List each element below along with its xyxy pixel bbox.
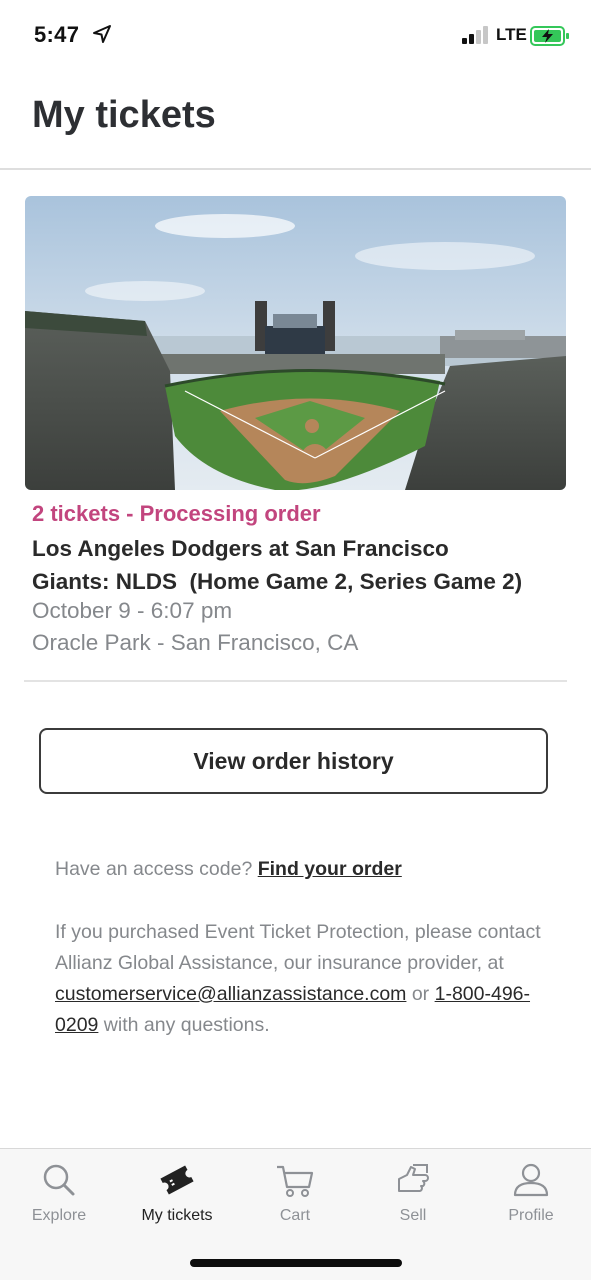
status-bar: 5:47 LTE: [0, 0, 591, 70]
event-title-line: Giants: NLDS (Home Game 2, Series Game 2…: [32, 568, 523, 594]
search-icon: [43, 1164, 75, 1196]
view-order-history-button[interactable]: View order history: [39, 728, 548, 794]
cellular-signal-icon: [462, 26, 488, 44]
header-divider: [0, 168, 591, 170]
event-datetime: October 9 - 6:07 pm: [32, 598, 233, 623]
access-code-text: Have an access code?: [55, 858, 258, 880]
tab-explore[interactable]: Explore: [0, 1149, 118, 1239]
or-text: or: [406, 983, 435, 1005]
access-code-prompt: Have an access code? Find your order: [55, 858, 402, 881]
tab-label: Cart: [279, 1207, 311, 1224]
my-tickets-screen: 5:47 LTE My tickets 2 tickets - Processi…: [0, 0, 591, 1280]
tab-my-tickets[interactable]: My tickets: [118, 1149, 236, 1239]
event-title: Los Angeles Dodgers at San Francisco Gia…: [32, 533, 562, 598]
tab-label: Sell: [399, 1207, 427, 1224]
page-title: My tickets: [32, 94, 216, 136]
ticket-protection-info: If you purchased Event Ticket Protection…: [55, 917, 545, 1041]
tab-label: Profile: [508, 1207, 554, 1224]
tab-cart[interactable]: Cart: [236, 1149, 354, 1239]
ticket-status: 2 tickets - Processing order: [32, 501, 321, 526]
tab-profile[interactable]: Profile: [472, 1149, 590, 1239]
support-email-link[interactable]: customerservice@allianzassistance.com: [55, 983, 406, 1005]
tab-label: My tickets: [141, 1207, 213, 1224]
protection-text-outro: with any questions.: [98, 1014, 270, 1036]
card-divider: [24, 680, 567, 682]
event-venue: Oracle Park - San Francisco, CA: [32, 630, 359, 655]
event-title-line: Los Angeles Dodgers at San Francisco: [32, 536, 449, 561]
tab-sell[interactable]: Sell: [354, 1149, 472, 1239]
network-type: LTE: [496, 25, 527, 44]
status-time: 5:47: [34, 22, 80, 47]
find-order-link[interactable]: Find your order: [258, 858, 402, 880]
location-arrow-icon: [93, 25, 111, 43]
tab-label: Explore: [31, 1207, 87, 1224]
battery-charging-icon: [530, 26, 569, 46]
event-stadium-image: [25, 196, 566, 490]
profile-icon: [513, 1163, 549, 1197]
sell-icon: [398, 1164, 429, 1192]
home-indicator[interactable]: [190, 1259, 402, 1267]
cart-icon: [277, 1165, 314, 1197]
protection-text-intro: If you purchased Event Ticket Protection…: [55, 921, 541, 974]
ticket-card[interactable]: 2 tickets - Processing order Los Angeles…: [25, 196, 567, 681]
ticket-icon: [160, 1165, 194, 1195]
